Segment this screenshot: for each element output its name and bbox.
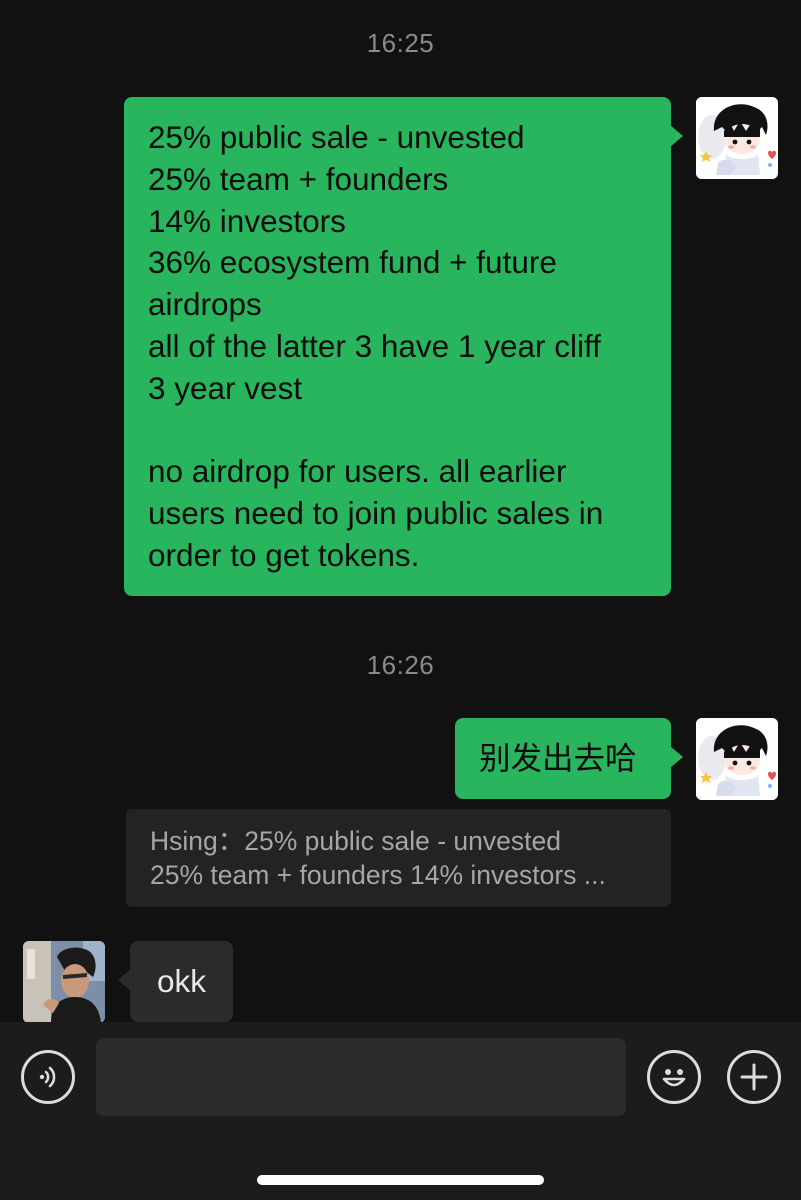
message-line [148,410,647,452]
plus-button[interactable] [727,1050,781,1104]
message-line: 25% team + founders [148,160,449,197]
voice-icon [39,1066,56,1088]
quote-line: 25% team + founders 14% investors ... [150,860,606,890]
home-indicator[interactable] [257,1175,544,1185]
chat-screen: 16:25 25% public sale - unvested 25% tea… [0,0,801,1200]
my-avatar[interactable] [696,718,778,800]
emoji-icon [662,1069,686,1087]
outgoing-message-bubble[interactable]: 25% public sale - unvested 25% team + fo… [124,97,683,596]
outgoing-message-bubble[interactable]: 别发出去哈 [455,718,683,799]
timestamp: 16:25 [366,28,435,58]
message-line: 36% ecosystem fund + future [148,244,557,281]
quote-line: Hsing：25% public sale - unvested [150,826,561,856]
emoji-button[interactable] [647,1050,701,1104]
message-line: order to get tokens. [148,536,420,573]
cartoon-avatar-icon [696,97,778,179]
message-line: all of the latter 3 have 1 year cliff [148,327,601,364]
cartoon-avatar-icon [696,718,778,800]
incoming-message-bubble[interactable]: okk [118,941,233,1022]
timestamp: 16:26 [366,650,435,680]
message-line: users need to join public sales in [148,495,604,532]
message-line: 25% public sale - unvested [148,119,525,155]
message-input[interactable] [96,1038,626,1116]
person-photo-icon [23,941,105,1023]
message-text: 别发出去哈 [479,739,637,776]
message-line: 3 year vest [148,369,303,406]
message-line: 14% investors [148,202,346,239]
message-line: no airdrop for users. all earlier [148,453,567,490]
message-text: okk [156,963,207,999]
message-line: airdrops [148,286,262,323]
contact-avatar[interactable] [23,941,105,1023]
my-avatar[interactable] [696,97,778,179]
plus-icon [740,1063,768,1091]
quoted-message[interactable]: Hsing：25% public sale - unvested 25% tea… [126,809,671,907]
input-toolbar [0,1022,801,1200]
voice-button[interactable] [21,1050,75,1104]
